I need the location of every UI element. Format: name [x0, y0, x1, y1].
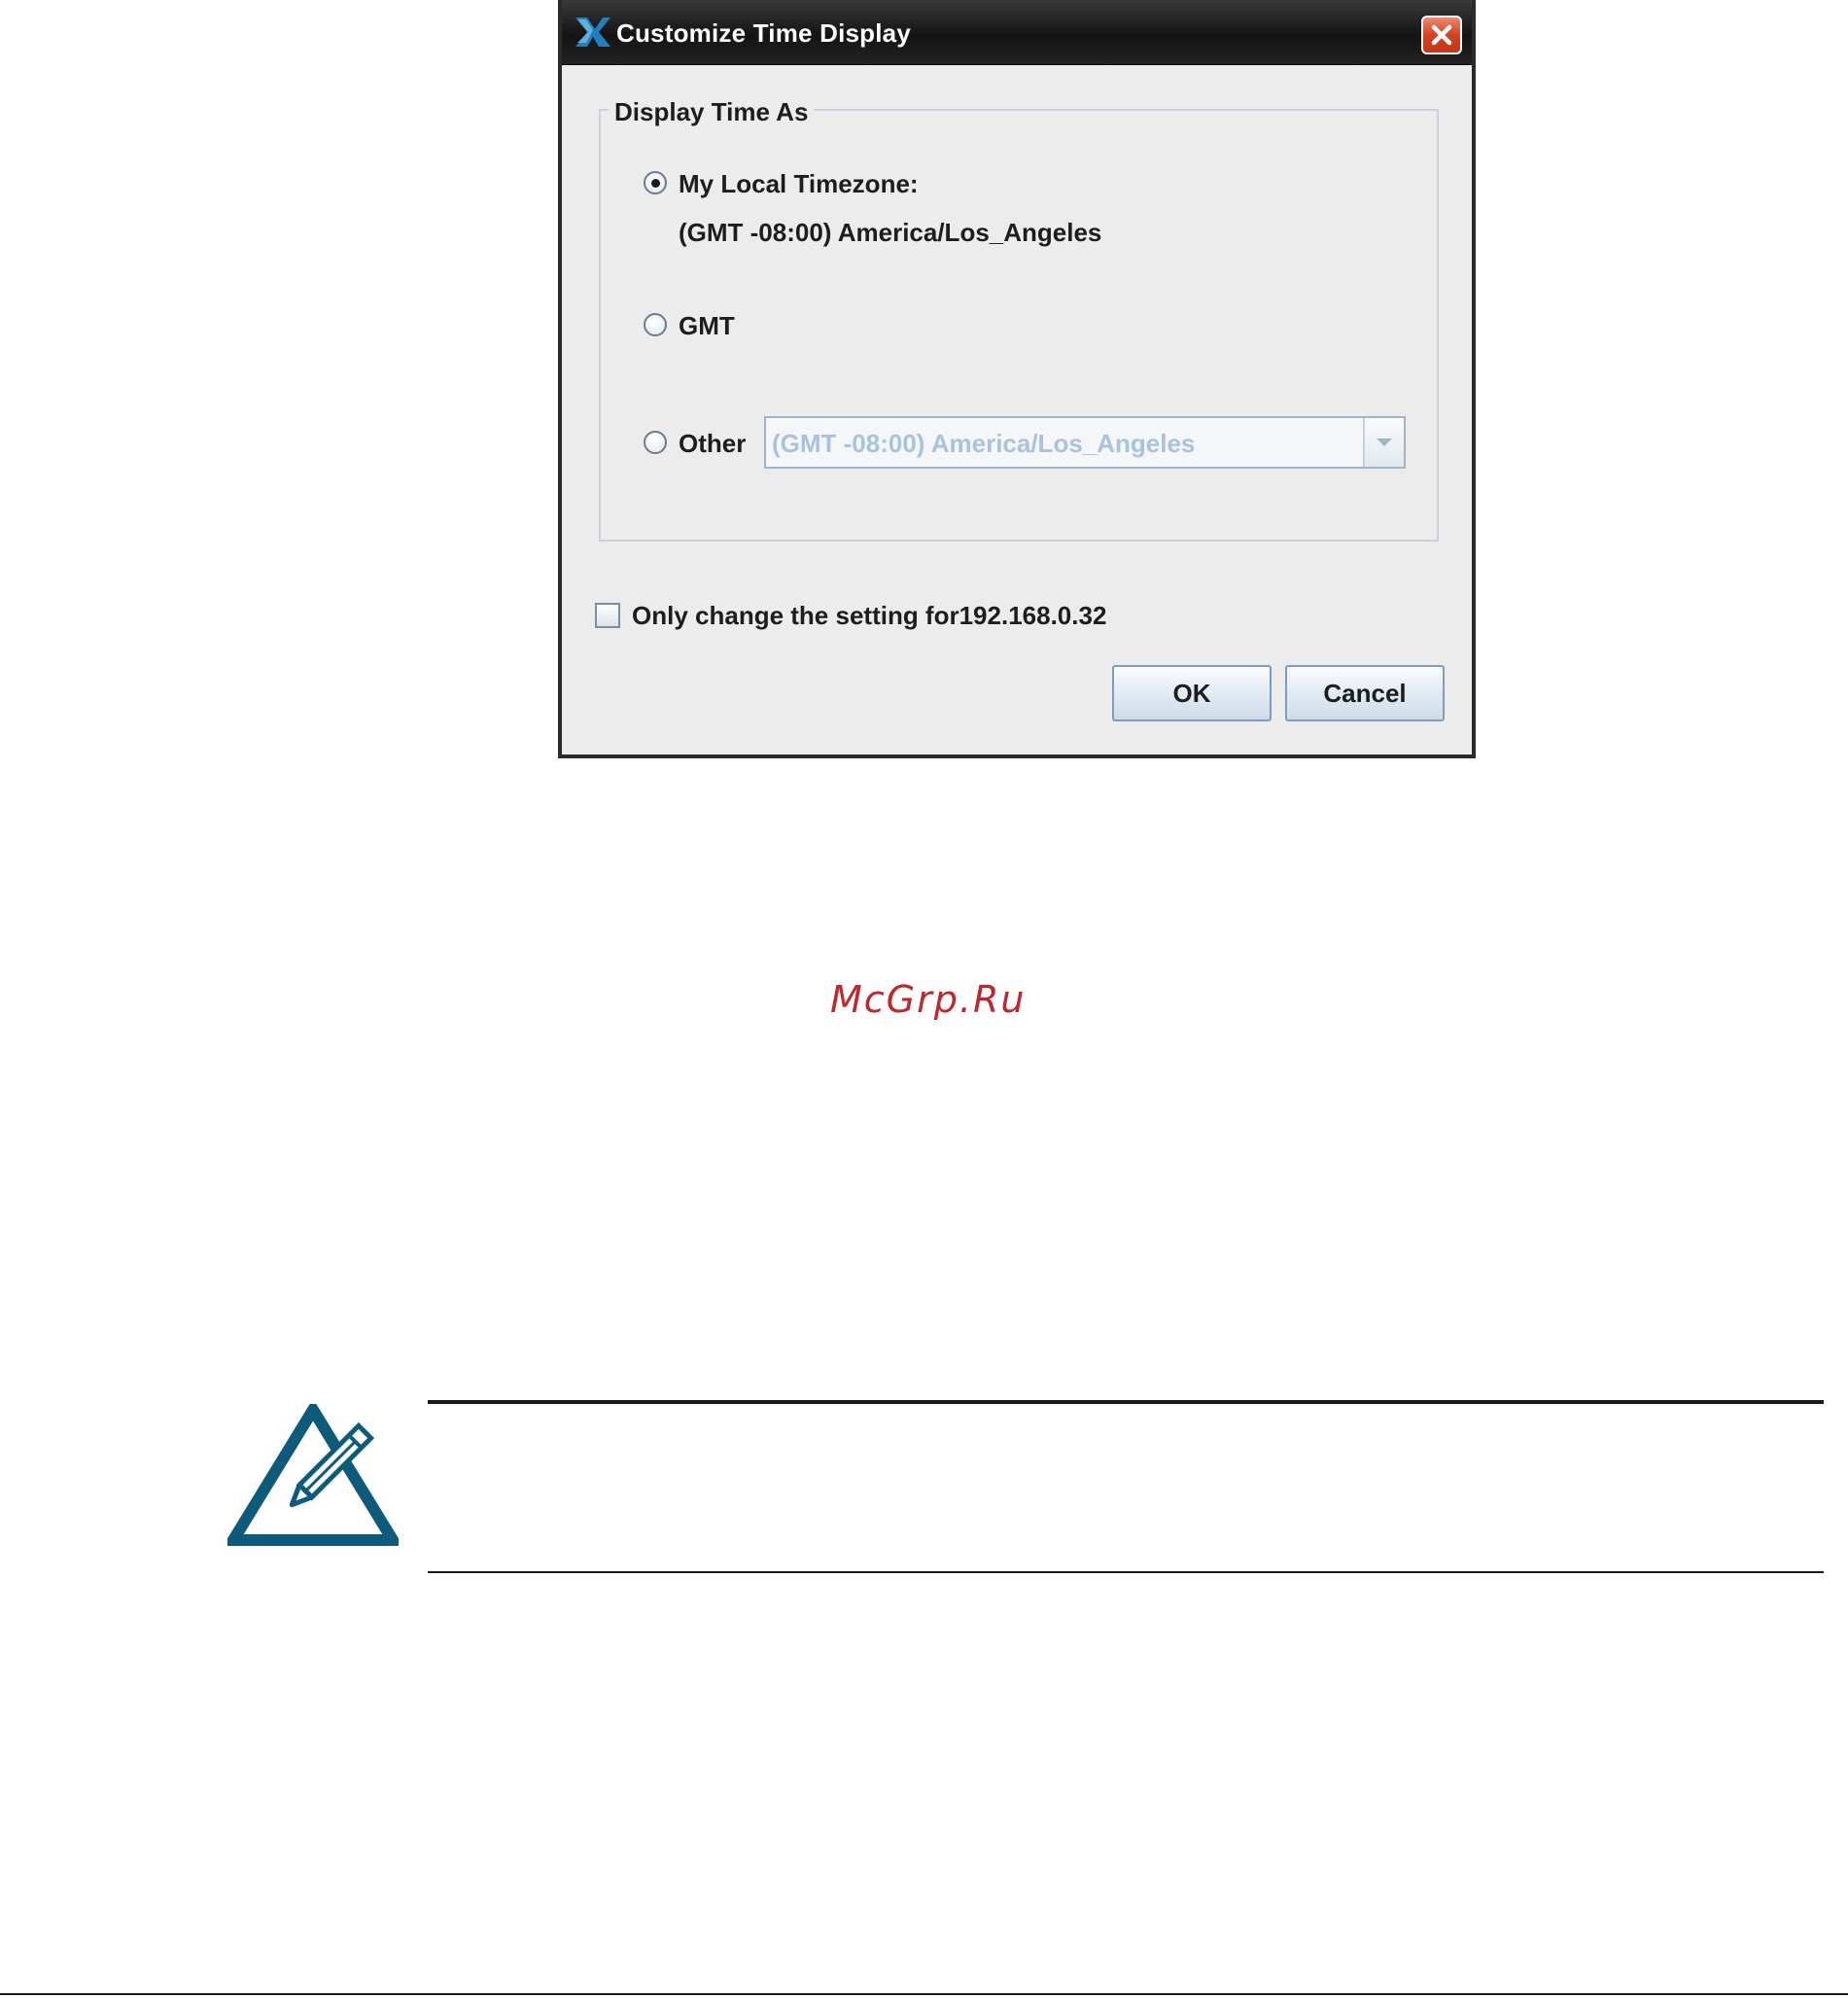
ok-button[interactable]: OK [1112, 665, 1272, 721]
chevron-down-icon [1377, 438, 1392, 446]
watermark-text: McGrp.Ru [830, 978, 1027, 1021]
timezone-select[interactable]: (GMT -08:00) America/Los_Angeles [764, 416, 1406, 469]
dialog-title: Customize Time Display [616, 18, 912, 48]
note-pencil-icon [223, 1398, 403, 1551]
display-time-as-group: Display Time As My Local Timezone: (GMT … [599, 97, 1439, 542]
gmt-radio[interactable] [644, 313, 667, 336]
customize-time-display-dialog: Customize Time Display Display Time As M… [558, 0, 1476, 758]
gmt-label[interactable]: GMT [679, 311, 735, 341]
timezone-select-value: (GMT -08:00) America/Los_Angeles [772, 429, 1196, 458]
other-radio[interactable] [644, 431, 667, 454]
radio-selected-dot [651, 179, 660, 188]
app-logo-icon [574, 16, 612, 49]
only-this-device-checkbox[interactable] [595, 603, 620, 628]
dropdown-button[interactable] [1363, 418, 1404, 467]
other-label[interactable]: Other [679, 429, 746, 459]
local-timezone-value: (GMT -08:00) America/Los_Angeles [679, 218, 1102, 247]
note-bottom-rule [428, 1571, 1824, 1573]
only-this-device-label[interactable]: Only change the setting for192.168.0.32 [632, 601, 1106, 631]
group-legend: Display Time As [609, 97, 815, 127]
note-top-rule [428, 1400, 1824, 1404]
local-timezone-radio[interactable] [644, 171, 667, 194]
local-timezone-label[interactable]: My Local Timezone: [679, 169, 919, 199]
cancel-button[interactable]: Cancel [1285, 665, 1445, 721]
close-icon [1431, 24, 1452, 46]
page-footer-rule [0, 1993, 1848, 1995]
title-bar[interactable]: Customize Time Display [562, 0, 1472, 65]
close-button[interactable] [1421, 16, 1462, 54]
